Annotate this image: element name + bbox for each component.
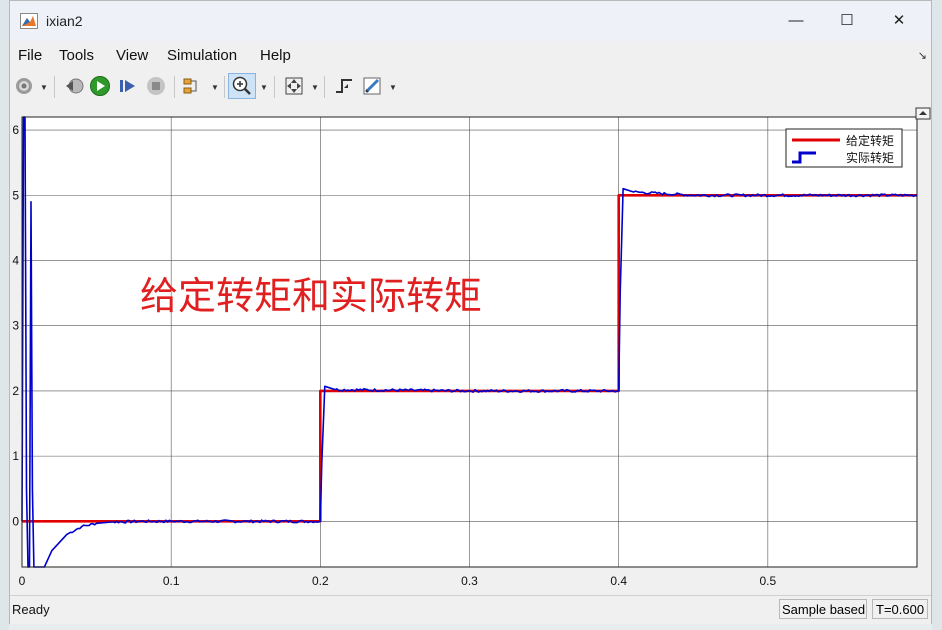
x-tick-labels: 0 0.1 0.2 0.3 0.4 0.5 bbox=[19, 574, 777, 588]
toolbar-separator bbox=[274, 76, 275, 98]
menu-help[interactable]: Help bbox=[260, 47, 291, 64]
x-tick-label: 0 bbox=[19, 574, 26, 588]
x-tick-label: 0.4 bbox=[610, 574, 627, 588]
undock-plot-icon[interactable] bbox=[915, 107, 931, 120]
autoscale-dropdown-icon[interactable]: ▼ bbox=[311, 83, 319, 92]
toolbar: ▼ ▼ ▼ ▼ ▼ bbox=[10, 71, 931, 104]
highlight-dropdown-icon[interactable]: ▼ bbox=[211, 83, 219, 92]
plot-svg[interactable]: 0 1 2 3 4 5 6 0 0.1 0.2 0.3 0.4 0.5 给定转矩和实际转矩 给定转矩 … bbox=[10, 103, 931, 595]
y-tick-label: 2 bbox=[12, 384, 19, 398]
gear-icon[interactable] bbox=[12, 74, 36, 98]
zoom-icon[interactable] bbox=[230, 74, 254, 98]
y-tick-label: 3 bbox=[12, 319, 19, 333]
maximize-button[interactable]: ☐ bbox=[824, 7, 870, 35]
triggers-icon[interactable] bbox=[332, 74, 356, 98]
menu-file[interactable]: File bbox=[18, 47, 42, 64]
y-tick-label: 6 bbox=[12, 123, 19, 137]
menu-bar: File Tools View Simulation Help bbox=[10, 41, 931, 71]
x-tick-label: 0.5 bbox=[759, 574, 776, 588]
x-tick-label: 0.1 bbox=[163, 574, 180, 588]
gear-dropdown-icon[interactable]: ▼ bbox=[40, 83, 48, 92]
window-title: ixian2 bbox=[46, 13, 83, 29]
run-icon[interactable] bbox=[88, 74, 112, 98]
simulation-time-indicator: T=0.600 bbox=[872, 599, 928, 619]
menu-tools[interactable]: Tools bbox=[59, 47, 94, 64]
scope-window: ixian2 — ☐ ✕ File Tools View Simulation … bbox=[9, 0, 932, 624]
toolbar-separator bbox=[224, 76, 225, 98]
toolbar-separator bbox=[54, 76, 55, 98]
style-dropdown-icon[interactable]: ▼ bbox=[389, 83, 397, 92]
y-tick-label: 5 bbox=[12, 188, 19, 202]
title-bar: ixian2 — ☐ ✕ bbox=[10, 1, 931, 41]
menu-simulation[interactable]: Simulation bbox=[167, 47, 237, 64]
x-tick-label: 0.2 bbox=[312, 574, 329, 588]
toolbar-separator bbox=[324, 76, 325, 98]
autoscale-icon[interactable] bbox=[282, 74, 306, 98]
step-back-icon[interactable] bbox=[62, 74, 86, 98]
background-edge-right bbox=[932, 0, 942, 630]
y-tick-label: 0 bbox=[12, 514, 19, 528]
step-forward-icon[interactable] bbox=[116, 74, 140, 98]
close-button[interactable]: ✕ bbox=[876, 7, 922, 35]
plot-area: 0 1 2 3 4 5 6 0 0.1 0.2 0.3 0.4 0.5 给定转矩和实际转矩 给定转矩 … bbox=[10, 103, 931, 595]
style-icon[interactable] bbox=[360, 74, 384, 98]
legend: 给定转矩 实际转矩 bbox=[785, 128, 903, 168]
matlab-icon bbox=[20, 13, 38, 29]
status-bar: Ready Sample based T=0.600 bbox=[10, 595, 931, 624]
dock-arrow-icon[interactable]: ↘ bbox=[918, 49, 927, 62]
stop-icon[interactable] bbox=[144, 74, 168, 98]
minimize-button[interactable]: — bbox=[773, 7, 819, 35]
toolbar-separator bbox=[174, 76, 175, 98]
legend-label-setpoint: 给定转矩 bbox=[846, 133, 894, 148]
plot-annotation: 给定转矩和实际转矩 bbox=[140, 274, 482, 318]
status-ready-text: Ready bbox=[12, 602, 50, 617]
highlight-icon[interactable] bbox=[180, 74, 204, 98]
menu-view[interactable]: View bbox=[116, 47, 148, 64]
y-tick-label: 4 bbox=[12, 253, 19, 267]
y-tick-label: 1 bbox=[12, 449, 19, 463]
background-edge-left bbox=[0, 0, 9, 630]
sample-mode-indicator: Sample based bbox=[779, 599, 867, 619]
y-tick-labels: 0 1 2 3 4 5 6 bbox=[12, 123, 19, 528]
zoom-dropdown-icon[interactable]: ▼ bbox=[260, 83, 268, 92]
legend-label-actual: 实际转矩 bbox=[846, 150, 894, 165]
x-tick-label: 0.3 bbox=[461, 574, 478, 588]
